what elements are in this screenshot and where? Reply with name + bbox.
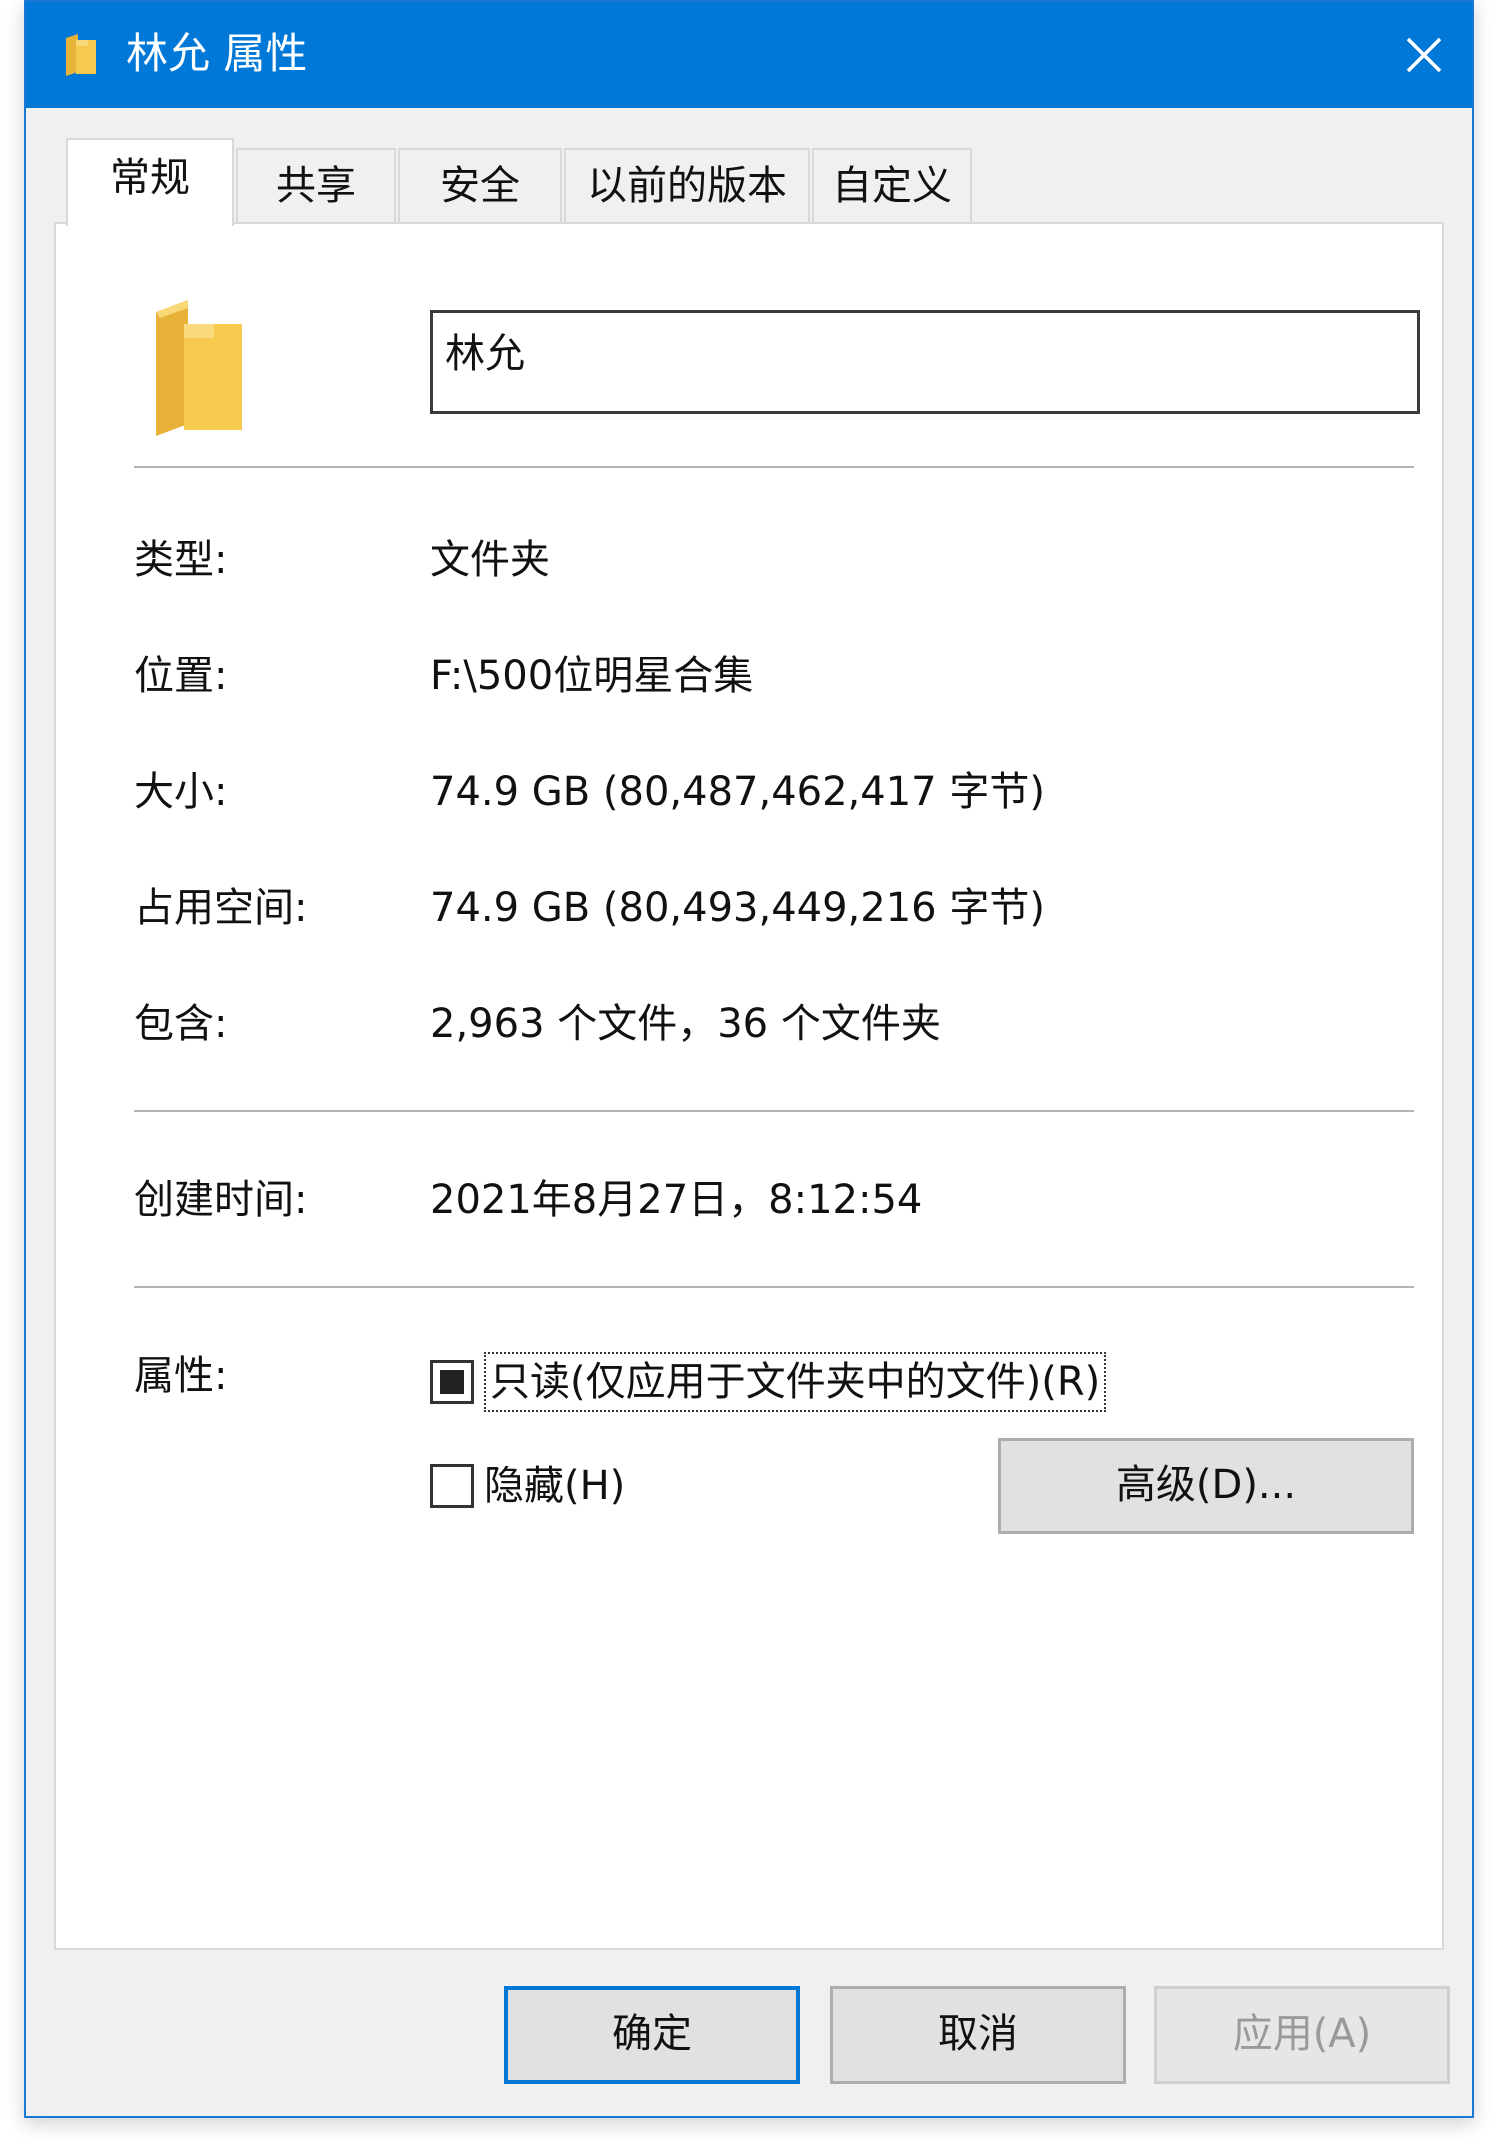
location-label: 位置: [134, 653, 228, 699]
info-row-size-on-disk: 占用空间: 74.9 GB (80,493,449,216 字节) [134, 878, 1414, 938]
size-value: 74.9 GB (80,487,462,417 字节) [430, 769, 1045, 815]
info-row-size: 大小: 74.9 GB (80,487,462,417 字节) [134, 762, 1414, 822]
close-button[interactable] [1376, 2, 1472, 108]
general-panel: 林允 类型: 文件夹 位置: F:\500位明星合集 大小: 74.9 GB (… [54, 222, 1444, 1950]
tab-customize[interactable]: 自定义 [812, 148, 972, 222]
separator [134, 466, 1414, 468]
location-value: F:\500位明星合集 [430, 653, 754, 699]
created-value: 2021年8月27日，8:12:54 [430, 1177, 923, 1223]
apply-button[interactable]: 应用(A) [1154, 1986, 1450, 2084]
title-bar[interactable]: 林允 属性 [26, 2, 1472, 108]
advanced-button[interactable]: 高级(D)... [998, 1438, 1414, 1534]
window-title: 林允 属性 [126, 29, 308, 78]
tab-previous-versions[interactable]: 以前的版本 [564, 148, 810, 222]
size-label: 大小: [134, 769, 228, 815]
readonly-label[interactable]: 只读(仅应用于文件夹中的文件)(R) [484, 1352, 1107, 1412]
contains-value: 2,963 个文件，36 个文件夹 [430, 1001, 941, 1047]
hidden-checkbox[interactable] [430, 1464, 474, 1508]
info-row-created: 创建时间: 2021年8月27日，8:12:54 [134, 1170, 1414, 1230]
cancel-button[interactable]: 取消 [830, 1986, 1126, 2084]
readonly-checkbox[interactable] [430, 1360, 474, 1404]
properties-window: 林允 属性 常规 共享 安全 以前的版本 自定义 林允 类型: 文件夹 位置: [24, 0, 1474, 2118]
separator [134, 1110, 1414, 1112]
separator [134, 1286, 1414, 1288]
tab-general[interactable]: 常规 [66, 138, 234, 226]
size-on-disk-label: 占用空间: [134, 885, 308, 931]
info-row-type: 类型: 文件夹 [134, 530, 1414, 590]
attributes-label: 属性: [134, 1353, 228, 1399]
hidden-label[interactable]: 隐藏(H) [484, 1458, 625, 1514]
folder-name-input[interactable]: 林允 [430, 310, 1420, 414]
folder-icon [66, 34, 96, 76]
type-value: 文件夹 [430, 537, 550, 583]
contains-label: 包含: [134, 1001, 228, 1047]
size-on-disk-value: 74.9 GB (80,493,449,216 字节) [430, 885, 1045, 931]
created-label: 创建时间: [134, 1177, 308, 1223]
tab-security[interactable]: 安全 [398, 148, 562, 222]
close-icon [1406, 37, 1442, 73]
info-row-location: 位置: F:\500位明星合集 [134, 646, 1414, 706]
tab-sharing[interactable]: 共享 [236, 148, 396, 222]
folder-icon [156, 300, 242, 436]
indeterminate-mark [440, 1370, 464, 1394]
type-label: 类型: [134, 537, 228, 583]
ok-button[interactable]: 确定 [504, 1986, 800, 2084]
info-row-contains: 包含: 2,963 个文件，36 个文件夹 [134, 994, 1414, 1054]
